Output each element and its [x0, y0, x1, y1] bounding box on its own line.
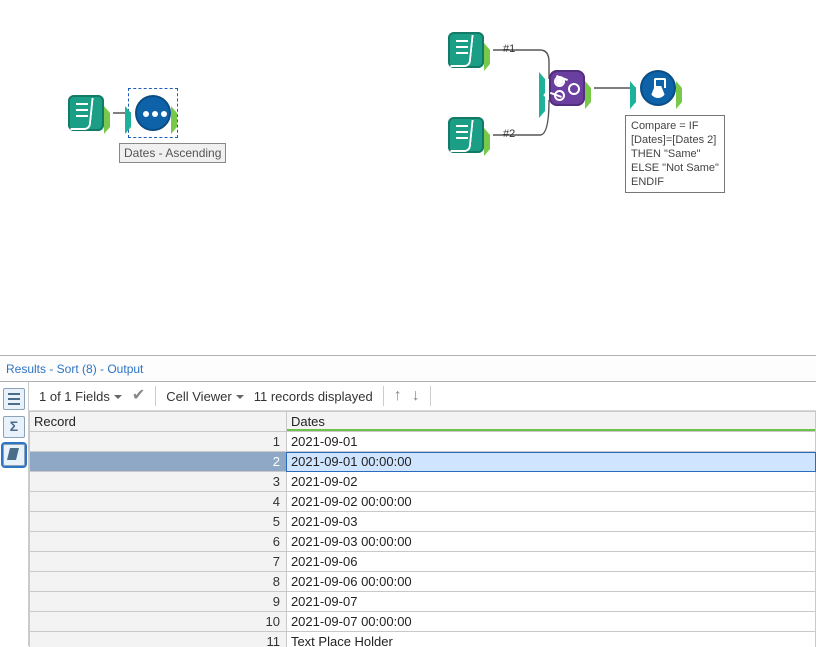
- table-row[interactable]: 22021-09-01 00:00:00: [30, 452, 816, 472]
- col-dates[interactable]: Dates: [286, 412, 815, 432]
- table-row[interactable]: 52021-09-03: [30, 512, 816, 532]
- tool-input-left[interactable]: [68, 95, 104, 131]
- cell-dates[interactable]: 2021-09-07: [286, 592, 815, 612]
- results-toolbar: 1 of 1 Fields ✔ Cell Viewer 11 records d…: [29, 382, 816, 411]
- text-input-icon: [448, 32, 484, 68]
- rail-sigma-icon[interactable]: [3, 416, 25, 438]
- tool-sort[interactable]: [135, 95, 171, 131]
- cell-dates[interactable]: Text Place Holder: [286, 632, 815, 647]
- input-anchor[interactable]: [125, 106, 141, 134]
- results-grid[interactable]: Record Dates 12021-09-0122021-09-01 00:0…: [29, 411, 816, 647]
- table-row[interactable]: 92021-09-07: [30, 592, 816, 612]
- separator: [155, 386, 156, 406]
- cell-dates[interactable]: 2021-09-06: [286, 552, 815, 572]
- output-anchor[interactable]: [104, 106, 120, 134]
- up-arrow-icon[interactable]: ↑: [394, 387, 402, 405]
- table-row[interactable]: 72021-09-06: [30, 552, 816, 572]
- record-number[interactable]: 3: [30, 472, 287, 492]
- cell-dates[interactable]: 2021-09-03: [286, 512, 815, 532]
- tool-input-2[interactable]: [448, 117, 484, 153]
- fields-check-icon[interactable]: ✔: [132, 388, 145, 404]
- separator: [430, 386, 431, 406]
- record-number[interactable]: 1: [30, 432, 287, 452]
- results-main: 1 of 1 Fields ✔ Cell Viewer 11 records d…: [29, 382, 816, 646]
- workflow-canvas[interactable]: Dates - Ascending #1 #2 Compare = IF [Da…: [0, 0, 816, 355]
- table-row[interactable]: 62021-09-03 00:00:00: [30, 532, 816, 552]
- rail-data-icon[interactable]: [3, 444, 25, 466]
- output-anchor[interactable]: [484, 128, 500, 156]
- record-number[interactable]: 7: [30, 552, 287, 572]
- tool-input-1[interactable]: [448, 32, 484, 68]
- text-input-icon: [448, 117, 484, 153]
- table-row[interactable]: 42021-09-02 00:00:00: [30, 492, 816, 512]
- input-anchor-bottom[interactable]: [539, 90, 555, 118]
- record-number[interactable]: 4: [30, 492, 287, 512]
- cell-dates[interactable]: 2021-09-01 00:00:00: [286, 452, 815, 472]
- record-number[interactable]: 10: [30, 612, 287, 632]
- table-row[interactable]: 11Text Place Holder: [30, 632, 816, 647]
- output-anchor[interactable]: [585, 81, 601, 109]
- tool-join[interactable]: [549, 70, 585, 106]
- table-row[interactable]: 32021-09-02: [30, 472, 816, 492]
- down-arrow-icon[interactable]: ↓: [412, 387, 420, 405]
- fields-dropdown[interactable]: 1 of 1 Fields: [39, 389, 122, 404]
- anchor-tag-1: #1: [503, 43, 515, 55]
- table-row[interactable]: 102021-09-07 00:00:00: [30, 612, 816, 632]
- record-number[interactable]: 6: [30, 532, 287, 552]
- sort-label: Dates - Ascending: [119, 143, 226, 163]
- col-record[interactable]: Record: [30, 412, 287, 432]
- records-count: 11 records displayed: [254, 389, 373, 404]
- rail-list-icon[interactable]: [3, 388, 25, 410]
- table-row[interactable]: 12021-09-01: [30, 432, 816, 452]
- text-input-icon: [68, 95, 104, 131]
- record-number[interactable]: 9: [30, 592, 287, 612]
- record-number[interactable]: 5: [30, 512, 287, 532]
- cell-dates[interactable]: 2021-09-03 00:00:00: [286, 532, 815, 552]
- anchor-tag-2: #2: [503, 128, 515, 140]
- output-anchor[interactable]: [484, 43, 500, 71]
- cell-viewer-dropdown[interactable]: Cell Viewer: [166, 389, 244, 404]
- results-left-rail: [0, 382, 29, 646]
- record-number[interactable]: 11: [30, 632, 287, 647]
- cell-dates[interactable]: 2021-09-01: [286, 432, 815, 452]
- record-number[interactable]: 8: [30, 572, 287, 592]
- cell-dates[interactable]: 2021-09-06 00:00:00: [286, 572, 815, 592]
- cell-dates[interactable]: 2021-09-02 00:00:00: [286, 492, 815, 512]
- tool-formula[interactable]: [640, 70, 676, 106]
- separator: [383, 386, 384, 406]
- cell-dates[interactable]: 2021-09-02: [286, 472, 815, 492]
- cell-dates[interactable]: 2021-09-07 00:00:00: [286, 612, 815, 632]
- output-anchor[interactable]: [676, 81, 692, 109]
- results-header[interactable]: Results - Sort (8) - Output: [0, 355, 816, 382]
- formula-annotation: Compare = IF [Dates]=[Dates 2] THEN "Sam…: [625, 115, 725, 193]
- record-number[interactable]: 2: [30, 452, 287, 472]
- table-row[interactable]: 82021-09-06 00:00:00: [30, 572, 816, 592]
- input-anchor[interactable]: [630, 81, 646, 109]
- output-anchor[interactable]: [171, 106, 187, 134]
- results-pane: 1 of 1 Fields ✔ Cell Viewer 11 records d…: [0, 382, 816, 646]
